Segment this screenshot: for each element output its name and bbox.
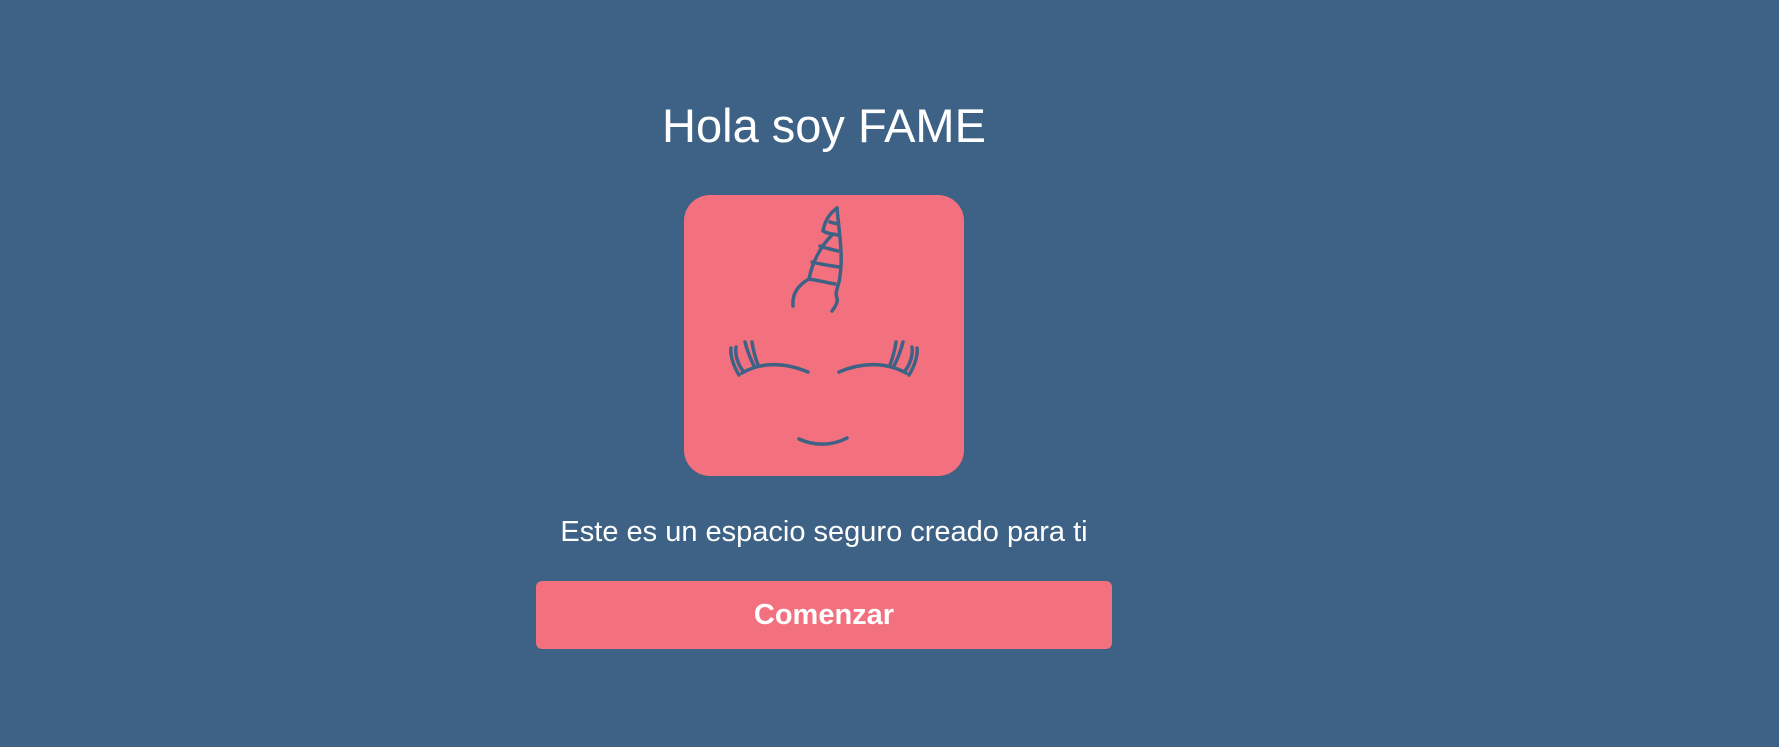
logo-card: [684, 195, 964, 476]
page-title: Hola soy FAME: [662, 99, 986, 152]
welcome-screen: Hola soy FAME Este es un espacio seguro …: [536, 0, 1112, 747]
start-button[interactable]: Comenzar: [536, 581, 1112, 649]
welcome-subtitle: Este es un espacio seguro creado para ti: [560, 516, 1088, 548]
unicorn-face-icon: [729, 206, 919, 446]
